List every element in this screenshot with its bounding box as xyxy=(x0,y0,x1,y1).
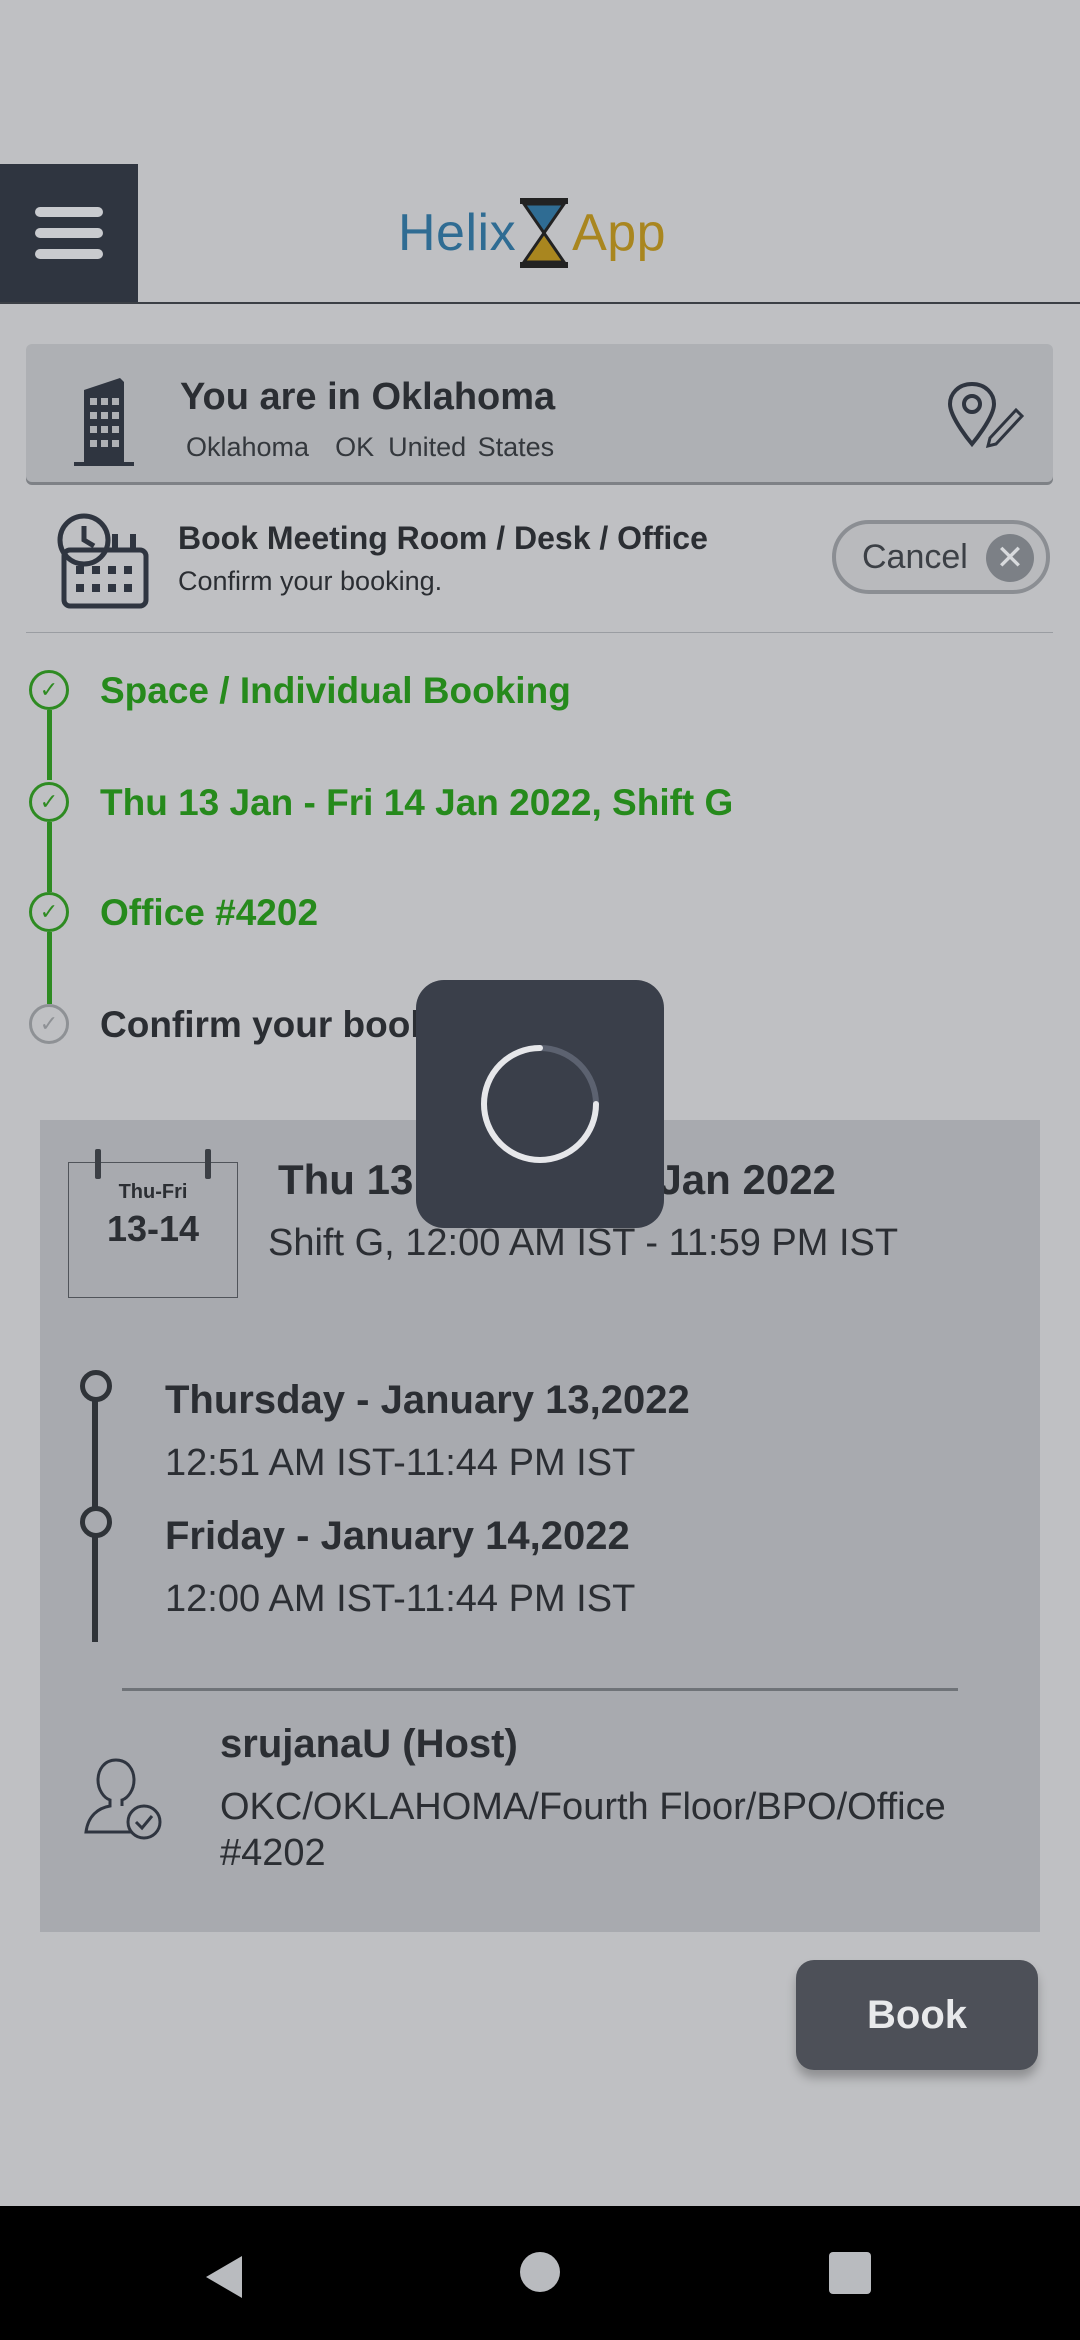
calendar-clock-icon xyxy=(57,513,149,609)
host-name: srujanaU (Host) xyxy=(220,1722,518,1766)
hamburger-menu-button[interactable] xyxy=(0,164,138,302)
loading-overlay xyxy=(416,980,664,1228)
step-label[interactable]: Space / Individual Booking xyxy=(100,670,571,712)
calendar-pin xyxy=(205,1149,211,1179)
timeline-dot xyxy=(80,1506,112,1538)
day-time: 12:51 AM IST-11:44 PM IST xyxy=(165,1442,636,1484)
edit-location-icon[interactable] xyxy=(946,380,1026,450)
check-icon: ✓ xyxy=(29,1004,69,1044)
logo-text-right: App xyxy=(572,204,667,262)
host-location-path: OKC/OKLAHOMA/Fourth Floor/BPO/Office #42… xyxy=(220,1786,946,1874)
recent-apps-icon[interactable] xyxy=(829,2252,871,2294)
calendar-dates: 13-14 xyxy=(106,1208,200,1249)
home-icon[interactable] xyxy=(520,2252,560,2292)
location-state: OK xyxy=(335,432,375,462)
step-label[interactable]: Office #4202 xyxy=(100,892,318,934)
timeline-dot xyxy=(80,1370,112,1402)
day-title: Thursday - January 13,2022 xyxy=(165,1378,690,1422)
divider xyxy=(26,632,1053,633)
app-logo: Helix App xyxy=(398,198,666,268)
loading-spinner-icon xyxy=(481,1045,599,1163)
booking-subtitle: Confirm your booking. xyxy=(178,566,443,596)
day-title: Friday - January 14,2022 xyxy=(165,1514,630,1558)
calendar-pin xyxy=(95,1149,101,1179)
booking-title: Book Meeting Room / Desk / Office xyxy=(178,520,708,556)
day-time: 12:00 AM IST-11:44 PM IST xyxy=(165,1578,636,1620)
logo-text-left: Helix xyxy=(398,204,517,262)
step-label[interactable]: Thu 13 Jan - Fri 14 Jan 2022, Shift G xyxy=(100,782,733,824)
step-connector xyxy=(47,932,52,1004)
host-user-icon xyxy=(84,1758,162,1840)
cancel-label: Cancel xyxy=(862,537,968,576)
book-button[interactable]: Book xyxy=(796,1960,1038,2070)
location-country: United States xyxy=(388,432,555,462)
cancel-button[interactable]: Cancel ✕ xyxy=(832,520,1050,594)
step-connector xyxy=(47,710,52,780)
building-icon xyxy=(74,378,134,466)
check-icon: ✓ xyxy=(29,892,69,932)
divider xyxy=(122,1688,958,1691)
location-city: Oklahoma xyxy=(186,432,310,462)
back-icon[interactable] xyxy=(202,2252,246,2302)
location-subtitle: Oklahoma OK United States xyxy=(186,432,580,463)
step-connector xyxy=(47,822,52,892)
check-icon: ✓ xyxy=(29,782,69,822)
check-icon: ✓ xyxy=(29,670,69,710)
location-title: You are in Oklahoma xyxy=(180,376,556,418)
shift-details: Shift G, 12:00 AM IST - 11:59 PM IST xyxy=(268,1222,899,1264)
close-icon: ✕ xyxy=(986,534,1034,582)
calendar-badge: Thu-Fri 13-14 xyxy=(68,1149,238,1298)
calendar-days: Thu-Fri xyxy=(118,1181,188,1203)
menu-icon xyxy=(35,196,103,270)
hourglass-icon xyxy=(520,198,569,268)
status-bar xyxy=(0,0,1080,164)
